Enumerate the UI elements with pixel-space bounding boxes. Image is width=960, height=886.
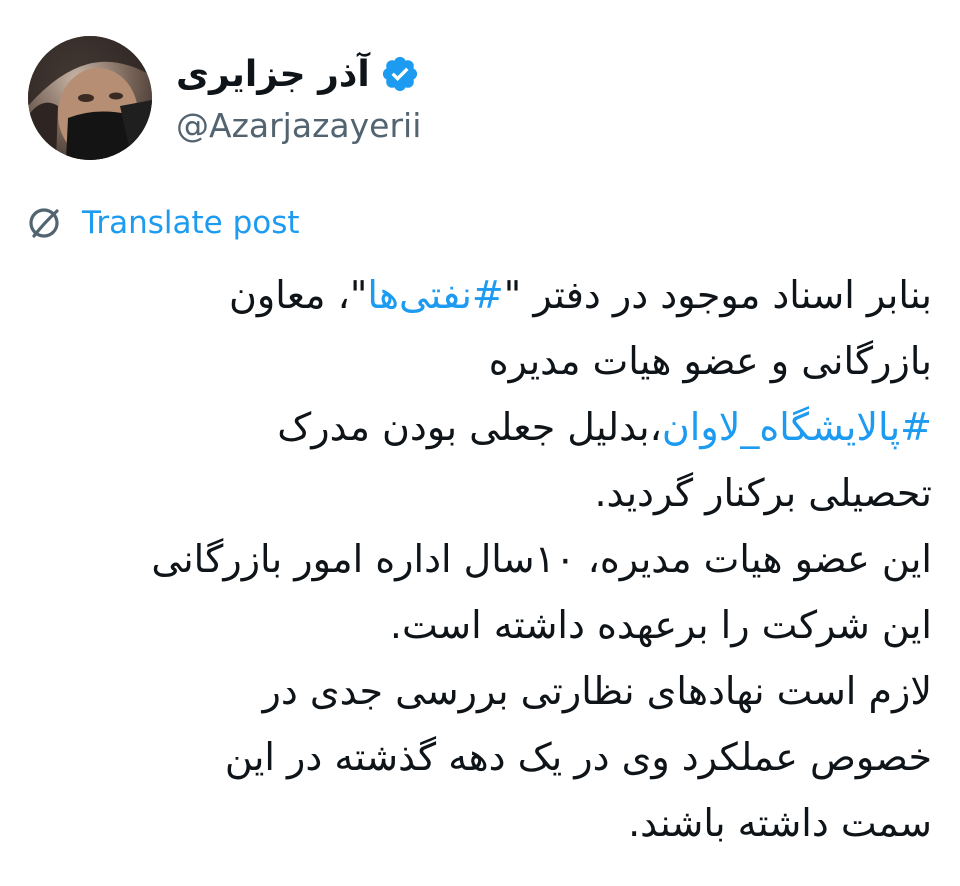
post-text: بنابر اسناد موجود در دفتر "#نفتی‌ها"، مع… (52, 262, 932, 856)
author-display-name[interactable]: آذر جزایری (176, 54, 370, 95)
post-line-6: این شرکت را برعهده داشته است. (389, 603, 932, 647)
post-line-8: خصوص عملکرد وی در یک دهه گذشته در این (224, 735, 932, 779)
post-line-1: بنابر اسناد موجود در دفتر "#نفتی‌ها"، مع… (52, 262, 932, 328)
post-line-9: سمت داشته باشند. (628, 801, 932, 845)
post-line-2: بازرگانی و عضو هیات مدیره (488, 339, 932, 383)
hashtag-link[interactable]: #پالایشگاه_لاوان (662, 405, 932, 449)
name-row: آذر جزایری (176, 46, 676, 102)
post-text-segment: بنابر اسناد موجود در دفتر " (503, 273, 932, 317)
post-line-4: تحصیلی برکنار گردید. (594, 471, 932, 515)
post-text-segment: ،بدلیل جعلی بودن مدرک (277, 405, 662, 449)
translate-post-label: Translate post (82, 205, 300, 241)
verified-badge-icon (380, 54, 420, 94)
hashtag-link[interactable]: #نفتی‌ها (367, 273, 503, 317)
post-header: آذر جزایری @Azarjazayerii (24, 36, 936, 162)
author-handle[interactable]: @Azarjazayerii (176, 106, 676, 145)
post-text-segment: "، معاون (229, 273, 368, 317)
post-line-5: این عضو هیات مدیره، ۱۰سال اداره امور باز… (151, 537, 932, 581)
avatar-image (28, 36, 152, 160)
post-line-7: لازم است نهادهای نظارتی بررسی جدی در (262, 669, 932, 713)
translate-post-button[interactable]: Translate post (24, 200, 300, 246)
avatar[interactable] (28, 36, 152, 160)
translate-icon (24, 203, 64, 243)
author-info: آذر جزایری @Azarjazayerii (176, 46, 676, 146)
post-line-3: #پالایشگاه_لاوان،بدلیل جعلی بودن مدرک (52, 394, 932, 460)
